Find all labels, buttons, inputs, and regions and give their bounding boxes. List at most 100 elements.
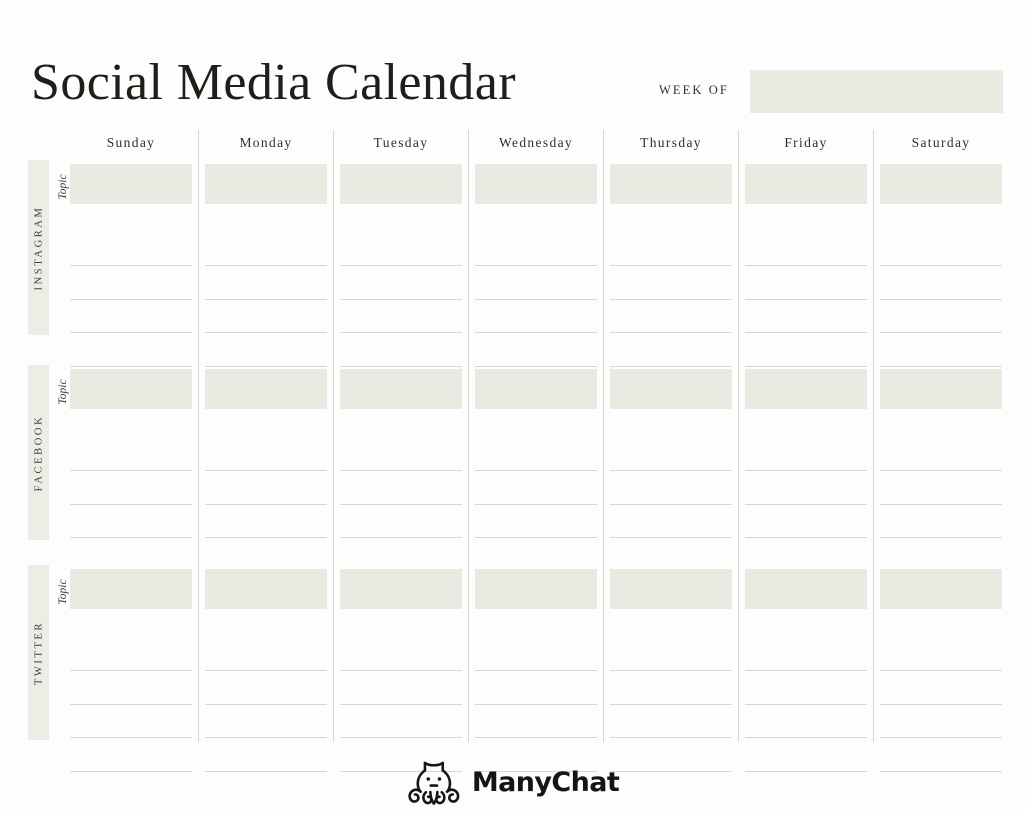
write-line-3[interactable] <box>205 332 327 333</box>
write-line-2[interactable] <box>610 504 732 505</box>
write-line-1[interactable] <box>205 470 327 471</box>
write-line-1[interactable] <box>610 470 732 471</box>
write-line-3[interactable] <box>610 737 732 738</box>
write-line-1[interactable] <box>745 670 867 671</box>
platform-label-twitter: TWITTER <box>33 620 44 685</box>
write-line-2[interactable] <box>880 504 1002 505</box>
write-line-2[interactable] <box>745 504 867 505</box>
write-line-1[interactable] <box>475 670 597 671</box>
write-line-3[interactable] <box>745 537 867 538</box>
write-line-2[interactable] <box>205 299 327 300</box>
write-line-3[interactable] <box>70 737 192 738</box>
write-line-2[interactable] <box>475 299 597 300</box>
write-line-1[interactable] <box>340 470 462 471</box>
write-line-1[interactable] <box>880 670 1002 671</box>
write-line-3[interactable] <box>610 332 732 333</box>
octopus-left-eye-icon <box>426 777 430 781</box>
platform-tab-instagram[interactable]: INSTAGRAM <box>28 160 49 335</box>
write-line-1[interactable] <box>745 470 867 471</box>
write-line-3[interactable] <box>70 332 192 333</box>
write-line-3[interactable] <box>880 537 1002 538</box>
write-line-2[interactable] <box>475 704 597 705</box>
topic-input-facebook-tuesday[interactable] <box>340 369 462 409</box>
write-line-2[interactable] <box>70 704 192 705</box>
write-line-2[interactable] <box>880 704 1002 705</box>
write-line-3[interactable] <box>745 737 867 738</box>
write-line-2[interactable] <box>610 704 732 705</box>
write-line-1[interactable] <box>610 670 732 671</box>
write-line-1[interactable] <box>70 470 192 471</box>
write-line-2[interactable] <box>745 299 867 300</box>
write-line-2[interactable] <box>880 299 1002 300</box>
write-line-1[interactable] <box>880 265 1002 266</box>
write-line-1[interactable] <box>70 265 192 266</box>
topic-axis-label-text: Topic <box>57 579 69 605</box>
write-line-2[interactable] <box>610 299 732 300</box>
section-facebook: FACEBOOK Topic <box>0 365 1025 572</box>
write-line-3[interactable] <box>340 537 462 538</box>
write-line-2[interactable] <box>70 504 192 505</box>
topic-input-instagram-sunday[interactable] <box>70 164 192 204</box>
write-line-3[interactable] <box>475 332 597 333</box>
write-line-2[interactable] <box>205 704 327 705</box>
platform-label-facebook: FACEBOOK <box>33 414 44 491</box>
platform-tab-facebook[interactable]: FACEBOOK <box>28 365 49 540</box>
topic-input-facebook-friday[interactable] <box>745 369 867 409</box>
write-line-2[interactable] <box>340 299 462 300</box>
write-line-3[interactable] <box>340 737 462 738</box>
topic-input-twitter-saturday[interactable] <box>880 569 1002 609</box>
topic-input-facebook-thursday[interactable] <box>610 369 732 409</box>
write-line-3[interactable] <box>205 537 327 538</box>
cell-facebook-friday <box>745 365 867 572</box>
topic-input-twitter-wednesday[interactable] <box>475 569 597 609</box>
topic-input-instagram-saturday[interactable] <box>880 164 1002 204</box>
page-title: Social Media Calendar <box>31 54 516 111</box>
write-line-2[interactable] <box>475 504 597 505</box>
write-line-2[interactable] <box>340 704 462 705</box>
write-line-1[interactable] <box>475 470 597 471</box>
write-line-3[interactable] <box>475 537 597 538</box>
week-of-input[interactable] <box>750 70 1003 113</box>
cell-twitter-friday <box>745 565 867 772</box>
topic-input-instagram-wednesday[interactable] <box>475 164 597 204</box>
cell-instagram-friday <box>745 160 867 367</box>
platform-tab-twitter[interactable]: TWITTER <box>28 565 49 740</box>
topic-input-facebook-monday[interactable] <box>205 369 327 409</box>
topic-input-instagram-thursday[interactable] <box>610 164 732 204</box>
cell-twitter-sunday <box>70 565 192 772</box>
write-line-3[interactable] <box>880 332 1002 333</box>
write-line-3[interactable] <box>70 537 192 538</box>
write-line-1[interactable] <box>880 470 1002 471</box>
cell-twitter-monday <box>205 565 327 772</box>
topic-input-instagram-friday[interactable] <box>745 164 867 204</box>
write-line-1[interactable] <box>340 670 462 671</box>
write-line-3[interactable] <box>340 332 462 333</box>
write-line-1[interactable] <box>475 265 597 266</box>
write-line-1[interactable] <box>70 670 192 671</box>
topic-input-facebook-sunday[interactable] <box>70 369 192 409</box>
write-line-2[interactable] <box>205 504 327 505</box>
write-line-3[interactable] <box>880 737 1002 738</box>
cell-twitter-tuesday <box>340 565 462 772</box>
topic-input-instagram-tuesday[interactable] <box>340 164 462 204</box>
write-line-2[interactable] <box>745 704 867 705</box>
topic-input-twitter-friday[interactable] <box>745 569 867 609</box>
topic-input-twitter-monday[interactable] <box>205 569 327 609</box>
write-line-1[interactable] <box>205 265 327 266</box>
topic-input-facebook-saturday[interactable] <box>880 369 1002 409</box>
write-line-3[interactable] <box>205 737 327 738</box>
write-line-1[interactable] <box>340 265 462 266</box>
write-line-2[interactable] <box>70 299 192 300</box>
topic-input-twitter-sunday[interactable] <box>70 569 192 609</box>
write-line-2[interactable] <box>340 504 462 505</box>
topic-input-facebook-wednesday[interactable] <box>475 369 597 409</box>
write-line-3[interactable] <box>610 537 732 538</box>
topic-input-instagram-monday[interactable] <box>205 164 327 204</box>
write-line-3[interactable] <box>745 332 867 333</box>
write-line-3[interactable] <box>475 737 597 738</box>
write-line-1[interactable] <box>205 670 327 671</box>
topic-input-twitter-thursday[interactable] <box>610 569 732 609</box>
topic-input-twitter-tuesday[interactable] <box>340 569 462 609</box>
write-line-1[interactable] <box>745 265 867 266</box>
write-line-1[interactable] <box>610 265 732 266</box>
